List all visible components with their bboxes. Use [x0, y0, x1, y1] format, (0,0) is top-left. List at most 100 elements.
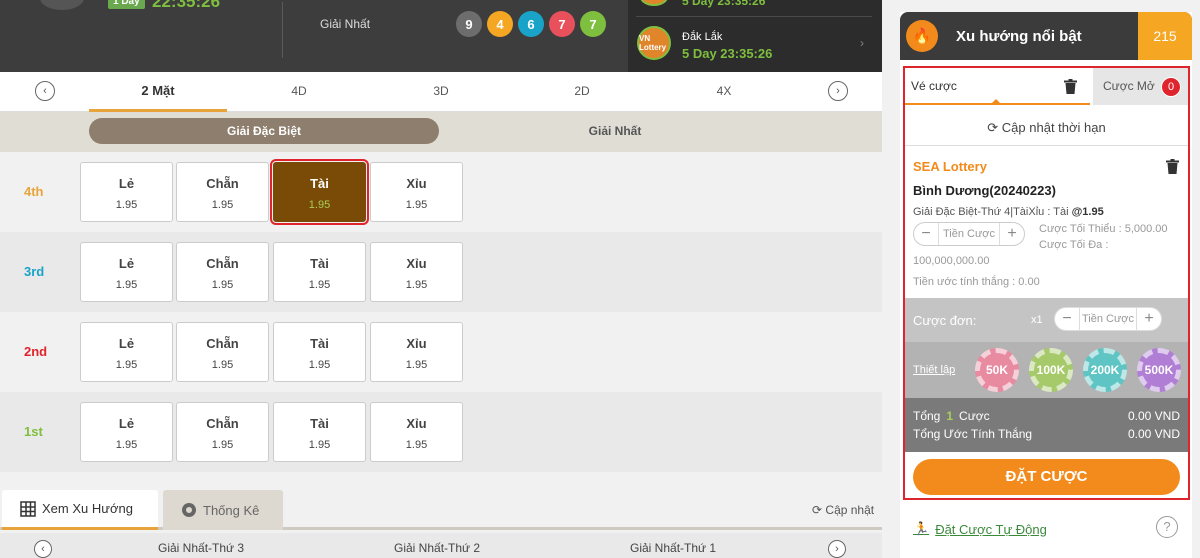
option-name: Lẻ [118, 416, 135, 431]
position-label: 3rd [24, 264, 45, 279]
option-odds: 1.95 [115, 199, 138, 211]
trend-item[interactable]: Giải Nhất-Thứ 2 [394, 541, 480, 555]
prev-arrow-icon[interactable]: ‹ [35, 81, 55, 101]
trend-item[interactable]: Giải Nhất-Thứ 1 [630, 541, 716, 555]
bet-option[interactable]: Xỉu 1.95 [370, 322, 463, 382]
bet-option[interactable]: Lẻ 1.95 [80, 162, 173, 222]
runner-icon: 🏃 [913, 521, 930, 536]
result-label: Giải Nhất [320, 17, 371, 31]
option-odds: 1.95 [405, 199, 428, 211]
option-name: Tài [310, 176, 329, 191]
result-ball: 9 [456, 11, 482, 37]
option-name: Xỉu [406, 416, 427, 431]
bet-option[interactable]: Xỉu 1.95 [370, 242, 463, 302]
tab-trend[interactable]: Xem Xu Hướng [2, 490, 158, 530]
chevron-right-icon[interactable]: › [860, 36, 864, 50]
next-arrow-icon[interactable]: › [828, 81, 848, 101]
update-label: Cập nhật [825, 503, 875, 517]
bet-option[interactable]: Lẻ 1.95 [80, 322, 173, 382]
option-odds: 1.95 [211, 439, 234, 451]
tab-2-mat[interactable]: 2 Mặt [89, 72, 227, 112]
bet-grid: 4th Lẻ 1.95 Chẵn 1.95 Tài 1.95 Xỉu 1.95 3rd Lẻ 1.95… [0, 152, 882, 472]
tab-3d[interactable]: 3D [372, 72, 510, 112]
option-name: Lẻ [118, 256, 135, 271]
upcoming-countdown: 5 Day 23:35:26 [682, 46, 773, 61]
bet-option[interactable]: Xỉu 1.95 [370, 162, 463, 222]
option-odds: 1.95 [115, 279, 138, 291]
option-name: Tài [310, 336, 329, 351]
bet-option[interactable]: Chẵn 1.95 [176, 242, 269, 302]
option-odds: 1.95 [211, 279, 234, 291]
option-odds: 1.95 [405, 279, 428, 291]
option-name: Xỉu [406, 176, 427, 191]
trend-nav: ‹ Giải Nhất-Thứ 3 Giải Nhất-Thứ 2 Giải N… [0, 533, 882, 558]
divider [636, 16, 872, 17]
option-odds: 1.95 [308, 199, 331, 211]
result-balls: 94677 [456, 11, 606, 37]
refresh-icon: ⟳ [812, 503, 823, 517]
trending-count: 215 [1138, 12, 1192, 60]
option-name: Lẻ [118, 336, 135, 351]
countdown-time: 22:35:26 [152, 0, 221, 11]
position-label: 4th [24, 184, 44, 199]
bet-option[interactable]: Tài 1.95 [273, 322, 366, 382]
bet-row: 4th Lẻ 1.95 Chẵn 1.95 Tài 1.95 Xỉu 1.95 [0, 152, 882, 232]
day-badge: 1 Day [108, 0, 145, 9]
bet-option[interactable]: Chẵn 1.95 [176, 162, 269, 222]
tab-giai-nhat[interactable]: Giải Nhất [440, 118, 790, 144]
help-icon[interactable]: ? [1156, 516, 1178, 538]
result-ball: 4 [487, 11, 513, 37]
bet-option[interactable]: Tài 1.95 [273, 242, 366, 302]
tab-stats-label: Thống Kê [203, 502, 260, 518]
bet-option[interactable]: Xỉu 1.95 [370, 402, 463, 462]
tab-2d[interactable]: 2D [513, 72, 651, 112]
auto-bet-label: Đặt Cược Tự Động [935, 521, 1047, 537]
trending-header[interactable]: 🔥 Xu hướng nổi bật 215 [900, 12, 1192, 60]
prev-arrow-icon[interactable]: ‹ [34, 540, 52, 558]
vn-lottery-logo-icon: VN Lottery [637, 26, 671, 60]
option-odds: 1.95 [405, 359, 428, 371]
option-odds: 1.95 [308, 279, 331, 291]
bet-option[interactable]: Chẵn 1.95 [176, 322, 269, 382]
trend-item[interactable]: Giải Nhất-Thứ 3 [158, 541, 244, 555]
pie-chart-icon [182, 503, 196, 517]
prize-tabs: Giải Đặc Biệt Giải Nhất [0, 112, 882, 152]
option-odds: 1.95 [211, 199, 234, 211]
bet-option[interactable]: Lẻ 1.95 [80, 402, 173, 462]
result-ball: 7 [549, 11, 575, 37]
result-ball: 6 [518, 11, 544, 37]
tab-giai-dac-biet[interactable]: Giải Đặc Biệt [89, 118, 439, 144]
option-name: Tài [310, 416, 329, 431]
result-ball: 7 [580, 11, 606, 37]
option-name: Chẵn [206, 176, 239, 191]
bet-row: 2nd Lẻ 1.95 Chẵn 1.95 Tài 1.95 Xỉu 1.95 [0, 312, 882, 392]
tab-4x[interactable]: 4X [655, 72, 793, 112]
option-name: Xỉu [406, 256, 427, 271]
option-name: Chẵn [206, 336, 239, 351]
bet-option[interactable]: Chẵn 1.95 [176, 402, 269, 462]
tab-4d[interactable]: 4D [230, 72, 368, 112]
tab-stats[interactable]: Thống Kê [163, 490, 283, 530]
trending-title: Xu hướng nổi bật [956, 28, 1082, 45]
next-arrow-icon[interactable]: › [828, 540, 846, 558]
position-label: 2nd [24, 344, 48, 359]
option-name: Tài [310, 256, 329, 271]
bet-type-tabs: ‹ 2 Mặt 4D 3D 2D 4X › [0, 72, 882, 112]
bet-option[interactable]: Lẻ 1.95 [80, 242, 173, 302]
upcoming-time: 5 Day 23:35:26 [682, 0, 766, 8]
option-odds: 1.95 [308, 359, 331, 371]
option-odds: 1.95 [211, 359, 234, 371]
fire-icon: 🔥 [906, 20, 938, 52]
position-label: 1st [24, 424, 43, 439]
trend-tabs: Xem Xu Hướng Thống Kê ⟳ Cập nhật [0, 488, 882, 530]
option-name: Lẻ [118, 176, 135, 191]
bet-option[interactable]: Tài 1.95 [273, 402, 366, 462]
bet-row: 1st Lẻ 1.95 Chẵn 1.95 Tài 1.95 Xỉu 1.95 [0, 392, 882, 472]
update-button[interactable]: ⟳ Cập nhật [812, 503, 874, 517]
bet-option[interactable]: Tài 1.95 [270, 159, 369, 225]
auto-bet-link[interactable]: 🏃 Đặt Cược Tự Động [913, 521, 1047, 537]
upcoming-name[interactable]: Đắk Lắk [682, 31, 722, 43]
option-odds: 1.95 [115, 359, 138, 371]
grid-icon [20, 500, 36, 517]
option-odds: 1.95 [405, 439, 428, 451]
